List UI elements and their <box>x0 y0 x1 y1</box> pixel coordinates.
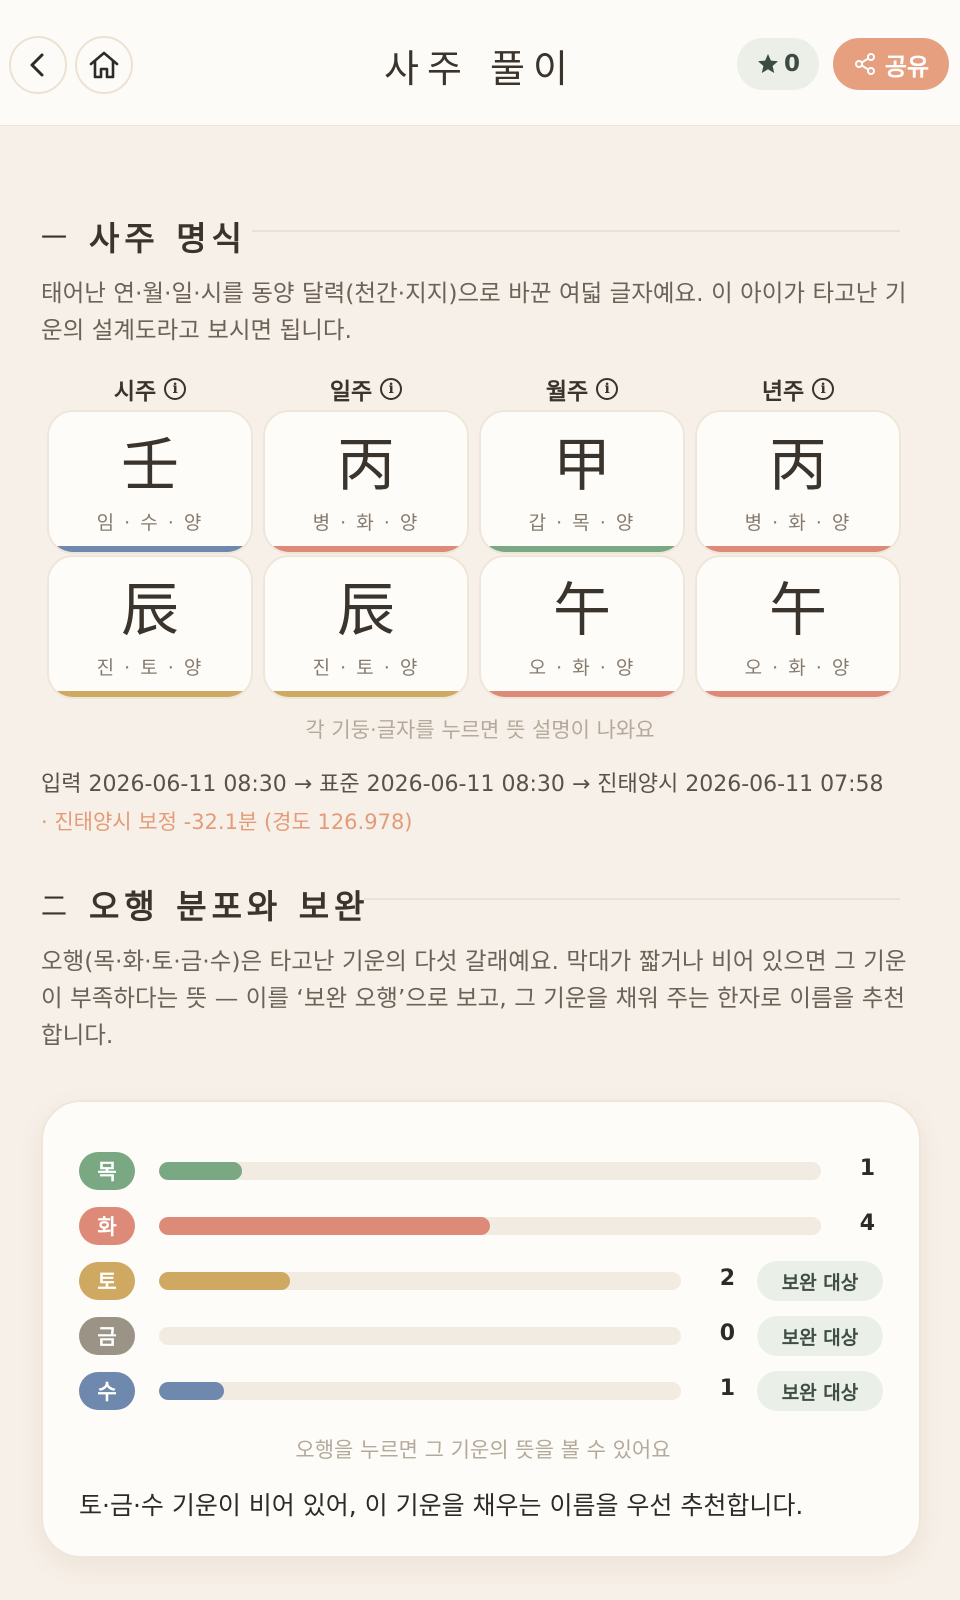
element-color-bar <box>697 691 899 697</box>
element-chip[interactable]: 토 <box>79 1262 135 1300</box>
element-bar-track <box>159 1217 821 1235</box>
supplement-badge: 보완 대상 <box>757 1371 883 1411</box>
element-color-bar <box>697 546 899 552</box>
share-icon <box>854 53 875 75</box>
element-chip[interactable]: 금 <box>79 1317 135 1355</box>
pillar-hint: 각 기둥·글자를 누르면 뜻 설명이 나와요 <box>305 718 655 742</box>
info-icon[interactable]: i <box>164 378 187 400</box>
hanja-character: 辰 <box>336 576 395 644</box>
element-color-bar <box>49 546 251 552</box>
element-bar-track <box>159 1327 681 1345</box>
element-bar-track <box>159 1382 681 1400</box>
info-icon[interactable]: i <box>812 378 835 400</box>
solar-time-correction: · 진태양시 보정 -32.1분 (경도 126.978) <box>41 810 413 834</box>
hanja-reading: 오 · 화 · 양 <box>744 657 852 679</box>
section-description: 오행(목·화·토·금·수)은 타고난 기운의 다섯 갈래예요. 막대가 짧거나 … <box>41 947 907 1049</box>
favorite-button[interactable]: 0 <box>737 38 819 90</box>
element-bar-track <box>159 1272 681 1290</box>
element-hint: 오행을 누르면 그 기운의 뜻을 볼 수 있어요 <box>295 1438 671 1462</box>
element-count: 4 <box>859 1211 875 1236</box>
element-color-bar <box>481 546 683 552</box>
section-saju-title: 一 사주 명식 <box>41 212 247 260</box>
element-color-bar <box>481 691 683 697</box>
section-heading: 사주 명식 <box>89 219 247 258</box>
element-row[interactable]: 화4 <box>43 1207 923 1247</box>
pillar-branch-cell[interactable]: 午 오 · 화 · 양 <box>695 555 901 699</box>
element-chip[interactable]: 화 <box>79 1207 135 1245</box>
hanja-reading: 임 · 수 · 양 <box>96 512 204 534</box>
pillar-label-text: 일주 <box>329 378 373 405</box>
element-color-bar <box>265 546 467 552</box>
pillar-branch-cell[interactable]: 午 오 · 화 · 양 <box>479 555 685 699</box>
element-count: 1 <box>719 1376 735 1401</box>
star-icon <box>757 54 778 73</box>
element-bar-fill <box>159 1162 242 1180</box>
pillar-label-text: 년주 <box>761 378 805 405</box>
element-row[interactable]: 토 2 보완 대상 <box>43 1261 923 1302</box>
pillar-label-text: 시주 <box>113 378 157 405</box>
section-ohaeng-title: 二 오행 분포와 보완 <box>41 880 370 928</box>
element-count: 0 <box>719 1321 735 1346</box>
element-chip[interactable]: 목 <box>79 1152 135 1190</box>
hanja-reading: 병 · 화 · 양 <box>744 512 852 534</box>
pillar-stem-cell[interactable]: 甲 갑 · 목 · 양 <box>479 410 685 554</box>
hanja-reading: 병 · 화 · 양 <box>312 512 420 534</box>
hanja-character: 丙 <box>768 431 827 499</box>
app-header: 사주 풀이 0 공유 <box>0 0 960 126</box>
favorite-count: 0 <box>783 51 800 77</box>
element-color-bar <box>265 691 467 697</box>
section-number: 二 <box>41 891 68 922</box>
element-chip[interactable]: 수 <box>79 1372 135 1410</box>
section-heading: 오행 분포와 보완 <box>89 887 370 926</box>
section-description: 태어난 연·월·일·시를 동양 달력(천간·지지)으로 바꾼 여덟 글자예요. … <box>41 279 907 344</box>
element-row[interactable]: 수 1 보완 대상 <box>43 1371 923 1412</box>
info-icon[interactable]: i <box>380 378 403 400</box>
supplement-badge: 보완 대상 <box>757 1261 883 1301</box>
hanja-reading: 갑 · 목 · 양 <box>528 512 636 534</box>
element-bar-track <box>159 1162 821 1180</box>
hanja-reading: 진 · 토 · 양 <box>312 657 420 679</box>
section-divider <box>364 898 900 900</box>
hanja-character: 甲 <box>552 431 611 499</box>
pillar-stem-cell[interactable]: 丙 병 · 화 · 양 <box>695 410 901 554</box>
info-icon[interactable]: i <box>596 378 619 400</box>
hanja-reading: 진 · 토 · 양 <box>96 657 204 679</box>
element-bar-fill <box>159 1272 290 1290</box>
pillar-label[interactable]: 년주 i <box>695 372 901 406</box>
time-conversion: 입력 2026-06-11 08:30 → 표준 2026-06-11 08:3… <box>41 772 884 797</box>
hanja-reading: 오 · 화 · 양 <box>528 657 636 679</box>
pillar-label[interactable]: 시주 i <box>47 372 253 406</box>
element-color-bar <box>49 691 251 697</box>
section-divider <box>252 230 900 232</box>
hanja-character: 午 <box>768 576 827 644</box>
supplement-badge: 보완 대상 <box>757 1316 883 1356</box>
pillar-label[interactable]: 일주 i <box>263 372 469 406</box>
share-button[interactable]: 공유 <box>833 38 949 90</box>
hanja-character: 丙 <box>336 431 395 499</box>
element-bar-fill <box>159 1382 224 1400</box>
section-number: 一 <box>41 223 68 254</box>
share-label: 공유 <box>884 52 930 81</box>
pillar-stem-cell[interactable]: 壬 임 · 수 · 양 <box>47 410 253 554</box>
element-bar-fill <box>159 1217 490 1235</box>
element-row[interactable]: 목1 <box>43 1152 923 1192</box>
element-count: 1 <box>859 1156 875 1181</box>
hanja-character: 壬 <box>120 431 179 499</box>
pillar-label[interactable]: 월주 i <box>479 372 685 406</box>
hanja-character: 辰 <box>120 576 179 644</box>
element-distribution-card: 목 1 화 4 토 2 보완 대상 금 0 보완 대상 수 1 보완 대상 오행을 누르면 그 기운의 … <box>41 1100 921 1558</box>
element-summary: 토·금·수 기운이 비어 있어, 이 기운을 채우는 이름을 우선 추천합니다. <box>79 1491 804 1520</box>
pillar-branch-cell[interactable]: 辰 진 · 토 · 양 <box>47 555 253 699</box>
pillar-stem-cell[interactable]: 丙 병 · 화 · 양 <box>263 410 469 554</box>
element-row[interactable]: 금 0 보완 대상 <box>43 1316 923 1357</box>
pillar-branch-cell[interactable]: 辰 진 · 토 · 양 <box>263 555 469 699</box>
hanja-character: 午 <box>552 576 611 644</box>
element-count: 2 <box>719 1266 735 1291</box>
pillar-label-text: 월주 <box>545 378 589 405</box>
